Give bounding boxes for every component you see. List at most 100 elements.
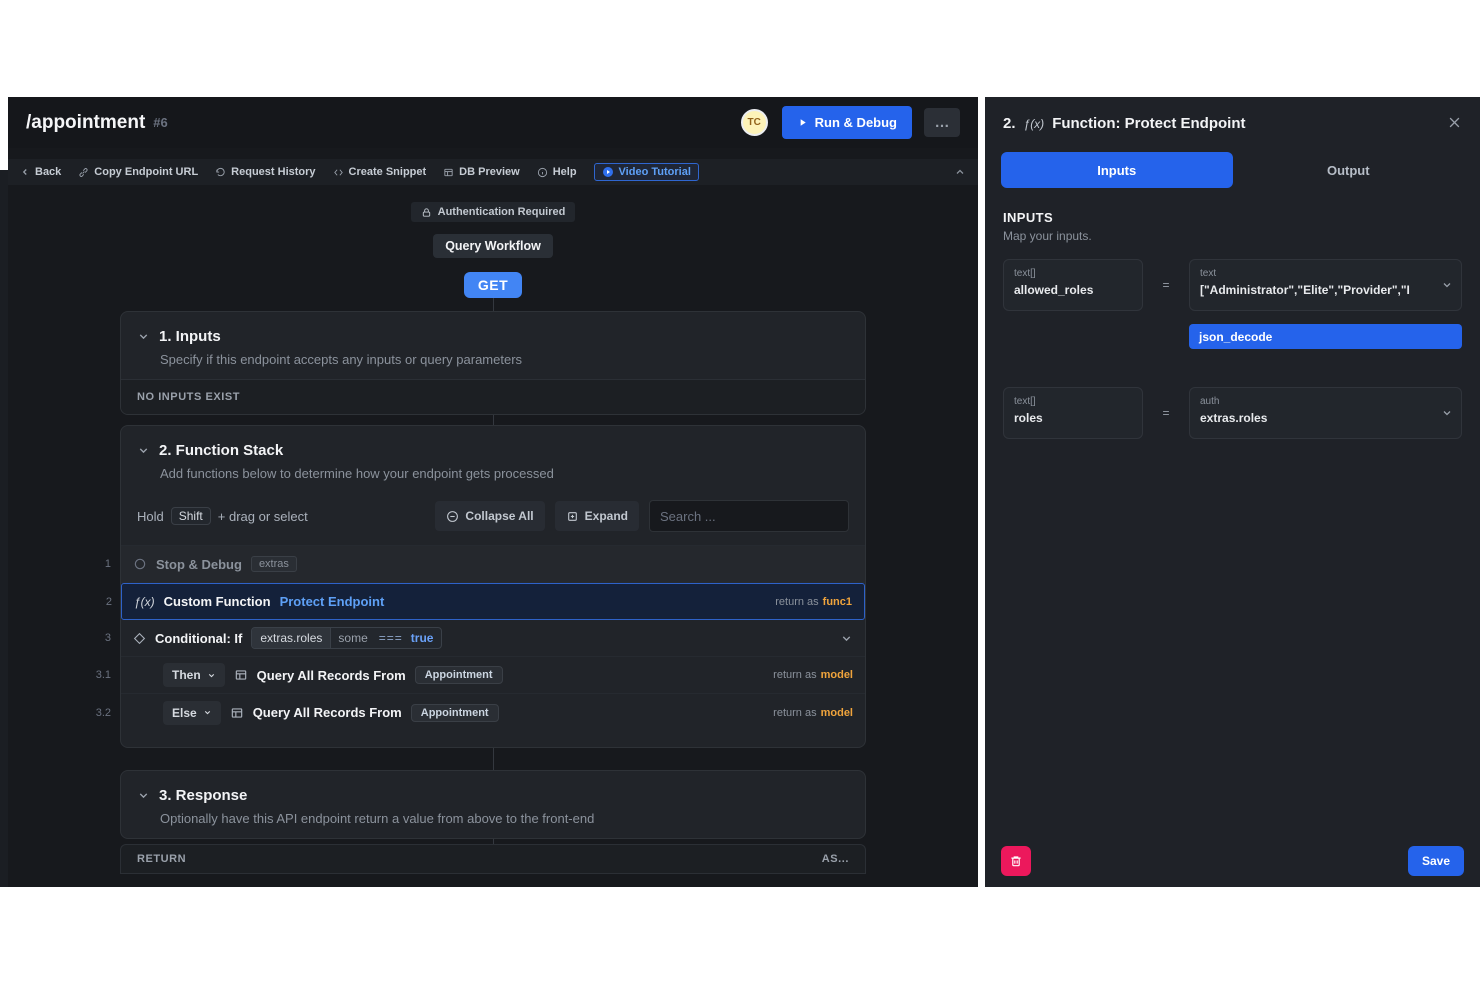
collapse-all-button[interactable]: Collapse All bbox=[435, 501, 544, 531]
value-type: text bbox=[1200, 268, 1433, 279]
return-as: return asmodel bbox=[773, 669, 853, 681]
stop-circle-icon bbox=[133, 557, 147, 571]
auth-required-badge[interactable]: Authentication Required bbox=[411, 202, 576, 222]
value-input-allowed-roles[interactable]: text ["Administrator","Elite","Provider"… bbox=[1189, 259, 1462, 311]
stack-row-custom-function[interactable]: 2 ƒ(x) Custom Function Protect Endpoint … bbox=[121, 583, 865, 620]
stack-row-conditional[interactable]: 3 Conditional: If extras.roles some === … bbox=[121, 620, 865, 657]
function-icon: ƒ(x) bbox=[1024, 117, 1045, 131]
collapse-all-label: Collapse All bbox=[465, 509, 533, 523]
chevron-left-icon bbox=[20, 167, 30, 177]
extras-tag: extras bbox=[251, 556, 297, 572]
lock-icon bbox=[421, 207, 432, 218]
inputs-section-head: 1. Inputs Specify if this endpoint accep… bbox=[121, 312, 865, 379]
return-as: return asmodel bbox=[773, 707, 853, 719]
save-button[interactable]: Save bbox=[1408, 846, 1464, 876]
run-debug-button[interactable]: Run & Debug bbox=[782, 106, 912, 139]
response-section-card: 3. Response Optionally have this API end… bbox=[120, 770, 866, 839]
chevron-down-icon[interactable] bbox=[137, 789, 150, 802]
stack-row-kind: Conditional: If bbox=[155, 631, 242, 646]
stack-row-kind: Query All Records From bbox=[257, 668, 406, 683]
inputs-heading: INPUTS bbox=[1003, 210, 1462, 225]
hold-shift-hint: Hold Shift + drag or select bbox=[137, 507, 308, 525]
input-param-allowed-roles[interactable]: text[] allowed_roles bbox=[1003, 259, 1143, 311]
input-param-roles[interactable]: text[] roles bbox=[1003, 387, 1143, 439]
endpoint-editor-panel: /appointment #6 TC Run & Debug … Back Co… bbox=[8, 97, 978, 887]
minus-circle-icon bbox=[446, 510, 459, 523]
inputs-subtitle: Map your inputs. bbox=[1003, 229, 1462, 243]
return-as-value: func1 bbox=[823, 596, 852, 608]
response-section-title: 3. Response bbox=[159, 787, 247, 804]
expression-function: some bbox=[330, 627, 374, 649]
tab-output[interactable]: Output bbox=[1233, 152, 1465, 188]
chevron-down-icon bbox=[1441, 407, 1453, 419]
chevron-down-icon[interactable] bbox=[137, 330, 150, 343]
endpoint-number: #6 bbox=[153, 115, 167, 130]
input-mapping-row: text[] allowed_roles = text ["Administra… bbox=[1003, 259, 1462, 349]
connector-line bbox=[493, 298, 494, 311]
stack-row-stop-debug[interactable]: 1 Stop & Debug extras bbox=[121, 546, 865, 583]
param-type: text[] bbox=[1014, 396, 1132, 407]
close-icon[interactable] bbox=[1447, 115, 1462, 130]
query-workflow-badge: Query Workflow bbox=[433, 234, 553, 258]
more-options-button[interactable]: … bbox=[924, 108, 960, 137]
response-section-subtitle: Optionally have this API endpoint return… bbox=[160, 811, 849, 826]
row-number: 3.2 bbox=[87, 707, 111, 719]
json-decode-filter-chip[interactable]: json_decode bbox=[1189, 324, 1462, 349]
code-icon bbox=[333, 167, 344, 178]
http-method-button[interactable]: GET bbox=[464, 272, 522, 298]
chevron-down-icon bbox=[207, 671, 216, 680]
request-history-button[interactable]: Request History bbox=[215, 166, 315, 178]
return-as: return asfunc1 bbox=[775, 596, 852, 608]
return-as-selector[interactable]: AS... bbox=[822, 853, 849, 865]
page-title: /appointment bbox=[26, 112, 145, 134]
conditional-expression[interactable]: extras.roles some === true bbox=[251, 627, 442, 649]
table-icon bbox=[230, 706, 244, 720]
stack-row-then-query[interactable]: 3.1 Then Query All Records From Appointm… bbox=[121, 657, 865, 694]
create-snippet-button[interactable]: Create Snippet bbox=[333, 166, 427, 178]
plus-square-icon bbox=[566, 510, 579, 523]
hold-hint-pre: Hold bbox=[137, 509, 164, 524]
param-name: roles bbox=[1014, 411, 1132, 425]
copy-endpoint-url-button[interactable]: Copy Endpoint URL bbox=[78, 166, 198, 178]
stack-row-else-query[interactable]: 3.2 Else Query All Records From Appointm… bbox=[121, 694, 865, 731]
table-name-chip[interactable]: Appointment bbox=[411, 704, 499, 722]
back-button[interactable]: Back bbox=[20, 166, 61, 178]
workflow-content: Authentication Required Query Workflow G… bbox=[8, 185, 978, 887]
expand-label: Expand bbox=[585, 509, 628, 523]
value-input-roles[interactable]: auth extras.roles bbox=[1189, 387, 1462, 439]
db-preview-button[interactable]: DB Preview bbox=[443, 166, 520, 178]
create-snippet-label: Create Snippet bbox=[349, 166, 427, 178]
collapse-row-icon[interactable] bbox=[840, 632, 853, 645]
stack-row-kind: Custom Function bbox=[164, 594, 271, 609]
chevron-down-icon bbox=[1441, 279, 1453, 291]
avatar[interactable]: TC bbox=[741, 109, 768, 136]
auth-required-label: Authentication Required bbox=[438, 206, 566, 218]
endpoint-toolbar: Back Copy Endpoint URL Request History C… bbox=[8, 159, 978, 185]
back-label: Back bbox=[35, 166, 61, 178]
stack-row-label: Stop & Debug bbox=[156, 557, 242, 572]
function-stack-title: 2. Function Stack bbox=[159, 442, 283, 459]
shift-key-chip: Shift bbox=[171, 507, 211, 525]
else-select[interactable]: Else bbox=[163, 701, 221, 725]
video-tutorial-button[interactable]: Video Tutorial bbox=[594, 163, 699, 181]
db-preview-label: DB Preview bbox=[459, 166, 520, 178]
panel-header: 2. ƒ(x) Function: Protect Endpoint bbox=[985, 97, 1480, 142]
inputs-section-title: 1. Inputs bbox=[159, 328, 221, 345]
search-input[interactable] bbox=[649, 500, 849, 532]
expand-button[interactable]: Expand bbox=[555, 501, 639, 531]
panel-title: Function: Protect Endpoint bbox=[1052, 115, 1245, 132]
tab-inputs[interactable]: Inputs bbox=[1001, 152, 1233, 188]
stack-row-kind: Query All Records From bbox=[253, 705, 402, 720]
table-name-chip[interactable]: Appointment bbox=[415, 666, 503, 684]
trash-icon bbox=[1009, 854, 1023, 868]
custom-function-name[interactable]: Protect Endpoint bbox=[280, 594, 385, 609]
collapse-toolbar-icon[interactable] bbox=[954, 166, 966, 178]
then-select[interactable]: Then bbox=[163, 663, 225, 687]
input-mapping-row: text[] roles = auth extras.roles bbox=[1003, 387, 1462, 439]
chevron-down-icon[interactable] bbox=[137, 444, 150, 457]
function-stack-head: 2. Function Stack Add functions below to… bbox=[121, 426, 865, 493]
help-button[interactable]: Help bbox=[537, 166, 577, 178]
return-as-value: model bbox=[821, 669, 853, 681]
chevron-down-icon bbox=[203, 708, 212, 717]
delete-function-button[interactable] bbox=[1001, 846, 1031, 876]
